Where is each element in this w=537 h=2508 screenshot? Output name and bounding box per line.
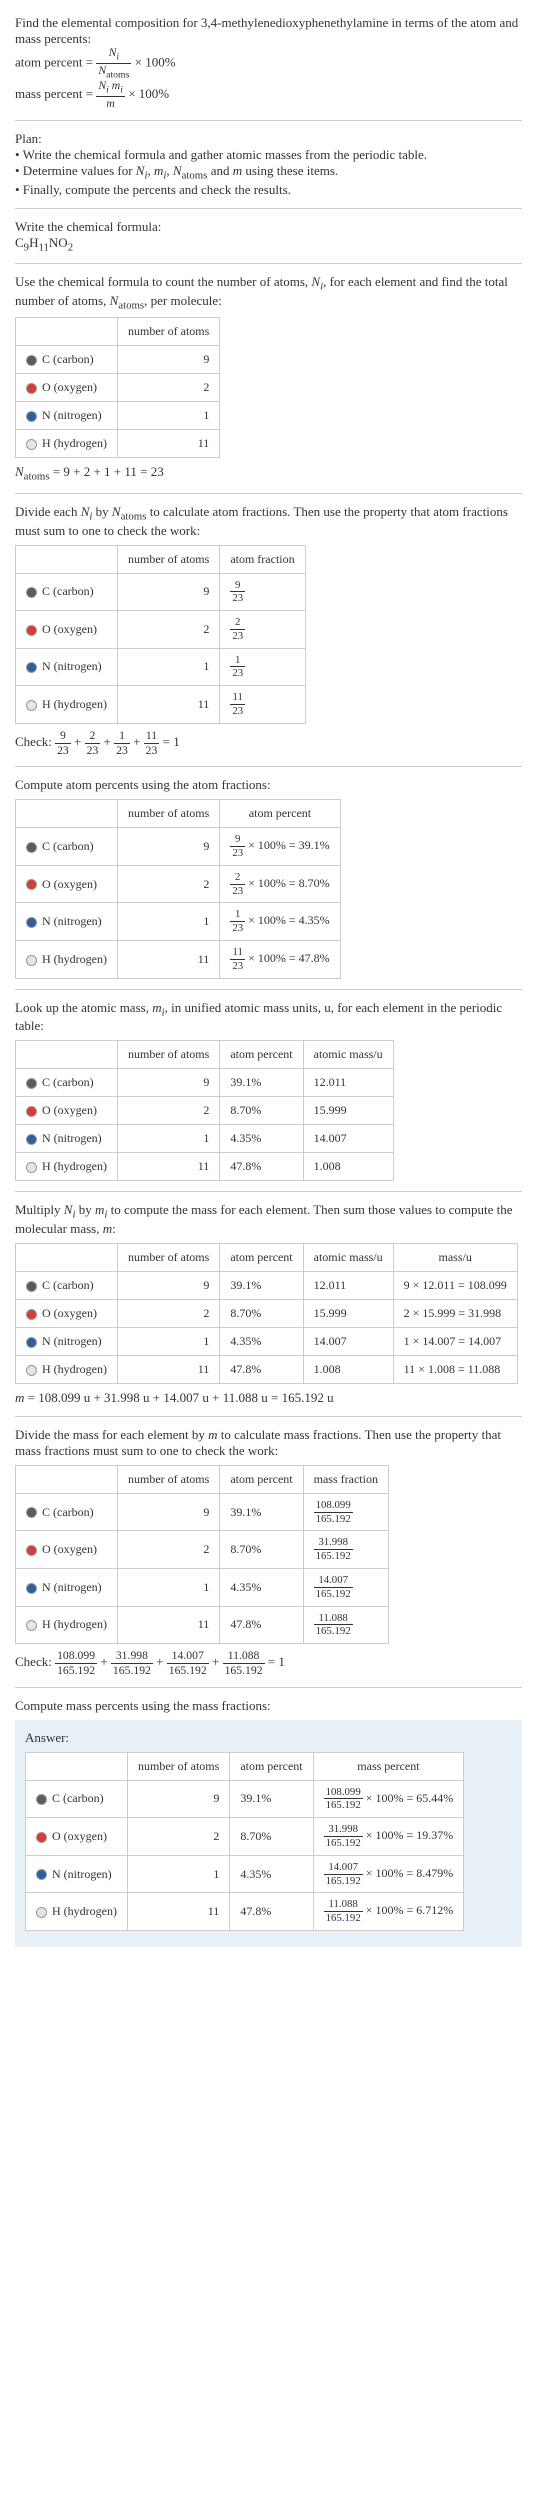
- table-row: C (carbon)939.1%12.011: [16, 1069, 394, 1097]
- table-row: O (oxygen)2: [16, 374, 220, 402]
- table-row: C (carbon)9923: [16, 573, 306, 611]
- intro-title: Find the elemental composition for 3,4-m…: [15, 15, 522, 47]
- table-row: O (oxygen)2223 × 100% = 8.70%: [16, 865, 341, 903]
- table-row: O (oxygen)28.70%15.9992 × 15.999 = 31.99…: [16, 1299, 518, 1327]
- table-row: O (oxygen)28.70%31.998165.192 × 100% = 1…: [26, 1818, 464, 1856]
- chemical-formula: C9H11NO2: [15, 235, 522, 254]
- table-row: H (hydrogen)1147.8%1.00811 × 1.008 = 11.…: [16, 1355, 518, 1383]
- mass-percent-label: mass percent =: [15, 86, 93, 101]
- atom-frac-check: Check: 923 + 223 + 123 + 1123 = 1: [15, 730, 522, 756]
- atom-frac-table: number of atoms atom fraction C (carbon)…: [15, 545, 306, 724]
- plan-heading: Plan:: [15, 131, 522, 147]
- count-atoms-label: Use the chemical formula to count the nu…: [15, 274, 522, 311]
- h-num-atoms: number of atoms: [117, 318, 219, 346]
- atom-percent-formula: atom percent = NiNatoms × 100%: [15, 47, 522, 80]
- table-header: number of atoms: [16, 318, 220, 346]
- plan-b3: • Finally, compute the percents and chec…: [15, 182, 522, 198]
- mass-frac-table: number of atoms atom percent mass fracti…: [15, 1465, 389, 1644]
- mass-total: m = 108.099 u + 31.998 u + 14.007 u + 11…: [15, 1390, 522, 1406]
- table-row: H (hydrogen)1147.8%11.088165.192 × 100% …: [26, 1893, 464, 1931]
- table-row: N (nitrogen)1123: [16, 648, 306, 686]
- plan-b1: • Write the chemical formula and gather …: [15, 147, 522, 163]
- table-row: C (carbon)939.1%108.099165.192 × 100% = …: [26, 1780, 464, 1818]
- table-header: number of atoms atom percent mass percen…: [26, 1752, 464, 1780]
- table-header: number of atoms atom fraction: [16, 545, 306, 573]
- atom-pct-label: Compute atom percents using the atom fra…: [15, 777, 522, 793]
- table-row: O (oxygen)28.70%31.998165.192: [16, 1531, 389, 1569]
- table-row: H (hydrogen)111123: [16, 686, 306, 724]
- answer-table: number of atoms atom percent mass percen…: [25, 1752, 464, 1931]
- table-header: number of atoms atom percent mass fracti…: [16, 1465, 389, 1493]
- chemical-formula-label: Write the chemical formula:: [15, 219, 522, 235]
- table-row: H (hydrogen)1147.8%1.008: [16, 1153, 394, 1181]
- mass-calc-table: number of atoms atom percent atomic mass…: [15, 1243, 518, 1384]
- table-row: H (hydrogen)1147.8%11.088165.192: [16, 1606, 389, 1644]
- atom-pct-table: number of atoms atom percent C (carbon)9…: [15, 799, 341, 978]
- table-row: N (nitrogen)14.35%14.007: [16, 1125, 394, 1153]
- mass-frac-check: Check: 108.099165.192 + 31.998165.192 + …: [15, 1650, 522, 1676]
- table-row: O (oxygen)28.70%15.999: [16, 1097, 394, 1125]
- count-atoms-section: Use the chemical formula to count the nu…: [15, 274, 522, 483]
- table-row: N (nitrogen)1: [16, 402, 220, 430]
- plan: Plan: • Write the chemical formula and g…: [15, 131, 522, 198]
- atom-pct-section: Compute atom percents using the atom fra…: [15, 777, 522, 978]
- atom-frac-section: Divide each Ni by Natoms to calculate at…: [15, 504, 522, 756]
- times100: × 100%: [135, 55, 176, 70]
- table-row: C (carbon)9923 × 100% = 39.1%: [16, 828, 341, 866]
- atom-percent-label: atom percent =: [15, 55, 93, 70]
- table-row: N (nitrogen)14.35%14.007165.192: [16, 1569, 389, 1607]
- mass-frac-section: Divide the mass for each element by m to…: [15, 1427, 522, 1677]
- final-section: Compute mass percents using the mass fra…: [15, 1698, 522, 1947]
- table-row: C (carbon)939.1%12.0119 × 12.011 = 108.0…: [16, 1271, 518, 1299]
- times100-2: × 100%: [128, 86, 169, 101]
- answer-box: Answer: number of atoms atom percent mas…: [15, 1720, 522, 1947]
- table-header: number of atoms atom percent atomic mass…: [16, 1243, 518, 1271]
- plan-b2: • Determine values for Ni, mi, Natoms an…: [15, 163, 522, 182]
- final-label: Compute mass percents using the mass fra…: [15, 1698, 522, 1714]
- mass-lookup-section: Look up the atomic mass, mi, in unified …: [15, 1000, 522, 1182]
- atom-frac-label: Divide each Ni by Natoms to calculate at…: [15, 504, 522, 539]
- table-row: N (nitrogen)1123 × 100% = 4.35%: [16, 903, 341, 941]
- intro: Find the elemental composition for 3,4-m…: [15, 15, 522, 110]
- count-atoms-table: number of atoms C (carbon)9O (oxygen)2N …: [15, 317, 220, 458]
- mass-calc-section: Multiply Ni by mi to compute the mass fo…: [15, 1202, 522, 1406]
- mass-percent-formula: mass percent = Ni mim × 100%: [15, 80, 522, 110]
- table-row: N (nitrogen)14.35%14.007165.192 × 100% =…: [26, 1855, 464, 1893]
- chemical-formula-section: Write the chemical formula: C9H11NO2: [15, 219, 522, 254]
- mass-lookup-label: Look up the atomic mass, mi, in unified …: [15, 1000, 522, 1035]
- table-row: C (carbon)939.1%108.099165.192: [16, 1493, 389, 1531]
- mass-lookup-table: number of atoms atom percent atomic mass…: [15, 1040, 394, 1181]
- mass-frac-label: Divide the mass for each element by m to…: [15, 1427, 522, 1459]
- table-row: H (hydrogen)11: [16, 430, 220, 458]
- answer-label: Answer:: [25, 1730, 512, 1746]
- natoms-total: Natoms = 9 + 2 + 1 + 11 = 23: [15, 464, 522, 483]
- mass-calc-label: Multiply Ni by mi to compute the mass fo…: [15, 1202, 522, 1237]
- table-row: N (nitrogen)14.35%14.0071 × 14.007 = 14.…: [16, 1327, 518, 1355]
- table-row: H (hydrogen)111123 × 100% = 47.8%: [16, 941, 341, 979]
- table-row: C (carbon)9: [16, 346, 220, 374]
- table-row: O (oxygen)2223: [16, 611, 306, 649]
- table-header: number of atoms atom percent: [16, 800, 341, 828]
- table-header: number of atoms atom percent atomic mass…: [16, 1041, 394, 1069]
